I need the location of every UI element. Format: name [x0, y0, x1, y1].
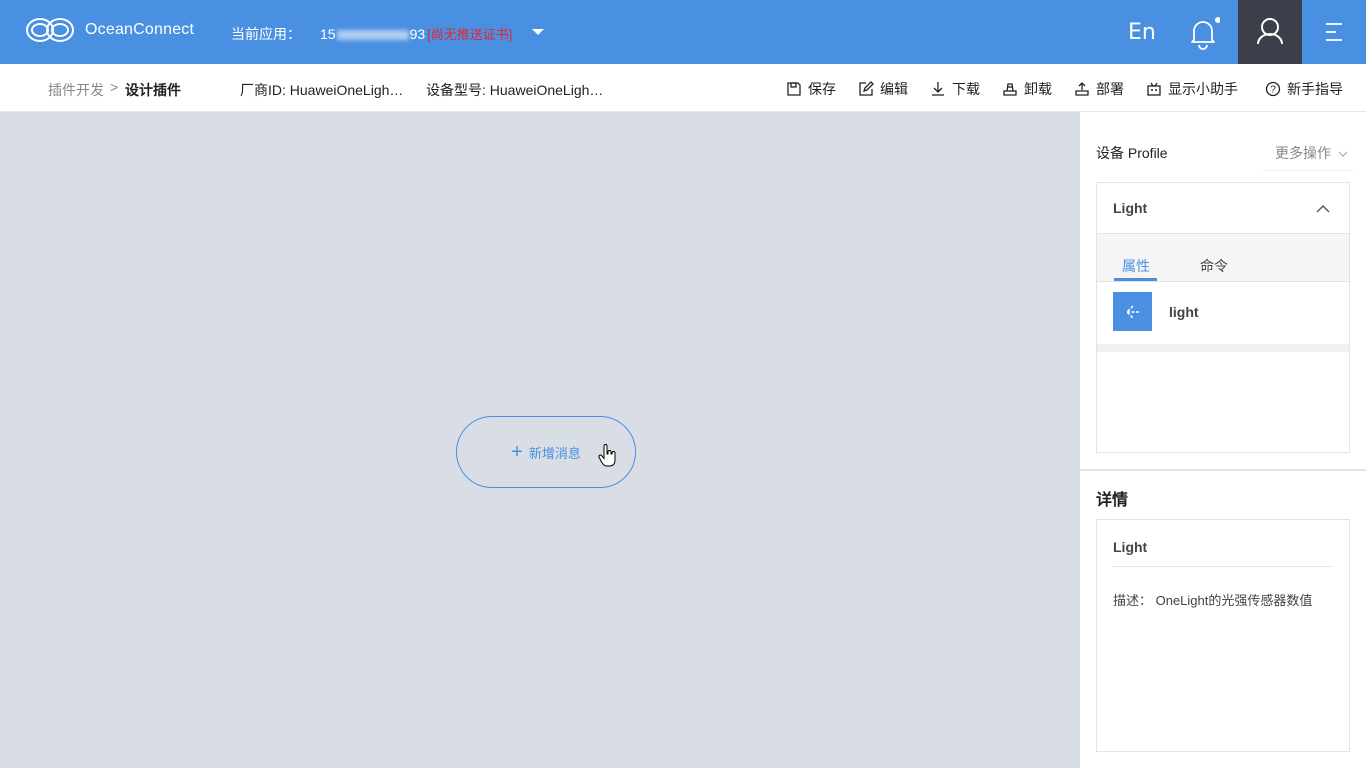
user-menu-button[interactable]	[1238, 0, 1302, 64]
panel-divider	[1080, 469, 1366, 471]
uninstall-icon	[1003, 83, 1017, 96]
more-actions-label: 更多操作	[1275, 145, 1331, 161]
save-label: 保存	[808, 81, 836, 97]
language-switch[interactable]: En	[1128, 20, 1156, 45]
profile-tabs: 属性 命令	[1097, 234, 1349, 282]
vendor-id: 厂商ID: HuaweiOneLigh…	[240, 82, 404, 98]
property-name: light	[1169, 304, 1199, 320]
save-icon	[787, 82, 801, 96]
svg-text:?: ?	[1270, 85, 1276, 96]
current-app-label: 当前应用：	[231, 26, 301, 42]
hand-cursor-icon	[598, 444, 616, 467]
more-actions-dropdown[interactable]: 更多操作	[1275, 143, 1348, 163]
app-id-prefix: 15	[320, 26, 336, 42]
show-helper-label: 显示小助手	[1168, 81, 1238, 97]
profile-card-spacer	[1097, 344, 1349, 352]
profile-card-header[interactable]: Light	[1097, 183, 1349, 234]
robot-helper-icon	[1147, 82, 1161, 96]
save-button[interactable]: 保存	[786, 79, 836, 99]
brand-name: OceanConnect	[85, 21, 195, 38]
toolbar: 插件开发 > 设计插件 厂商ID: HuaweiOneLigh… 设备型号: H…	[0, 64, 1366, 112]
design-canvas[interactable]: + 新增消息	[0, 112, 1080, 768]
uninstall-button[interactable]: 卸载	[1002, 79, 1052, 99]
notification-bell-icon[interactable]	[1186, 16, 1220, 50]
tab-properties[interactable]: 属性	[1122, 256, 1150, 276]
deploy-icon	[1075, 82, 1089, 96]
property-arrow-icon	[1113, 292, 1152, 331]
breadcrumb-current: 设计插件	[125, 82, 181, 98]
breadcrumb-parent[interactable]: 插件开发	[48, 80, 104, 100]
more-actions-underline	[1263, 170, 1353, 171]
help-question-icon: ?	[1265, 81, 1281, 97]
right-panel: 设备 Profile 更多操作 Light 属性 命令 light 详情 Lig…	[1080, 112, 1366, 768]
beginner-guide-label: 新手指导	[1287, 81, 1343, 97]
app-warning-text: [尚无推送证书]	[427, 27, 513, 42]
chevron-down-icon	[1338, 151, 1348, 157]
details-name: Light	[1113, 539, 1148, 555]
edit-icon	[859, 81, 874, 96]
details-description: 描述： OneLight的光强传感器数值	[1113, 593, 1313, 608]
active-tab-indicator	[1114, 278, 1157, 281]
app-id-redacted	[336, 30, 409, 41]
beginner-guide-button[interactable]: ? 新手指导	[1265, 79, 1343, 99]
app-dropdown-caret-icon[interactable]	[532, 29, 544, 35]
top-bar: OceanConnect 当前应用： 15 93 [尚无推送证书] En	[0, 0, 1366, 64]
app-id-suffix: 93	[409, 26, 426, 42]
chevron-up-icon[interactable]	[1315, 201, 1331, 217]
show-helper-button[interactable]: 显示小助手	[1146, 79, 1238, 99]
device-profile-title: 设备 Profile	[1096, 145, 1168, 161]
oceanconnect-logo-icon	[26, 18, 74, 42]
deploy-label: 部署	[1096, 81, 1124, 97]
download-button[interactable]: 下载	[930, 79, 980, 99]
deploy-button[interactable]: 部署	[1074, 79, 1124, 99]
profile-name: Light	[1113, 200, 1148, 216]
profile-card: Light 属性 命令 light	[1096, 182, 1350, 453]
edit-label: 编辑	[880, 81, 908, 97]
device-model: 设备型号: HuaweiOneLigh…	[426, 82, 604, 98]
current-app-selector[interactable]: 15 93 [尚无推送证书]	[320, 24, 512, 43]
details-card: Light 描述： OneLight的光强传感器数值	[1096, 519, 1350, 752]
user-icon	[1257, 18, 1283, 45]
download-label: 下载	[952, 81, 980, 97]
add-message-label: 新增消息	[528, 445, 581, 461]
property-item[interactable]: light	[1097, 282, 1349, 344]
plus-icon: +	[511, 441, 523, 463]
uninstall-label: 卸载	[1024, 81, 1052, 97]
breadcrumb-separator: >	[110, 79, 119, 95]
menu-icon[interactable]	[1322, 20, 1346, 44]
details-divider	[1113, 566, 1333, 567]
download-icon	[932, 82, 944, 96]
edit-button[interactable]: 编辑	[858, 79, 908, 99]
details-title: 详情	[1096, 492, 1129, 509]
tab-commands[interactable]: 命令	[1200, 256, 1228, 276]
